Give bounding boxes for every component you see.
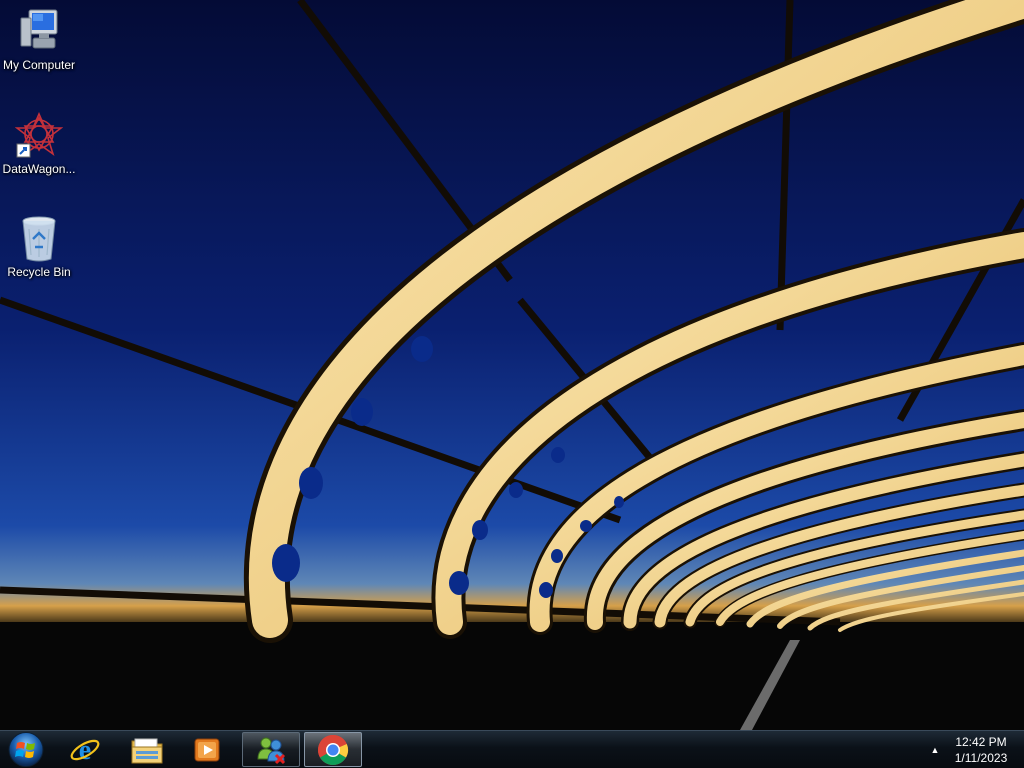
tray-up-arrow-icon[interactable]: ▲ [928,743,942,757]
start-button[interactable] [6,731,46,768]
clock-time: 12:42 PM [955,735,1007,749]
taskbar-file-explorer-button[interactable] [118,732,176,767]
svg-text:e: e [79,735,91,766]
datawagon-shortcut-icon [15,112,63,158]
desktop-icon-my-computer[interactable]: My Computer [0,8,78,72]
internet-explorer-icon: e [70,735,100,766]
recycle-bin-icon [22,216,56,262]
desktop-icon-recycle-bin[interactable]: Recycle Bin [0,215,78,279]
messenger-app-icon [257,737,286,764]
taskbar-media-player-button[interactable] [178,732,236,767]
windows-start-orb-icon [8,732,44,767]
media-player-icon [194,738,220,761]
file-explorer-icon [131,738,163,763]
desktop-icon-datawagon[interactable]: DataWagon... [0,112,78,176]
taskbar-messenger-app-button[interactable] [242,732,300,767]
taskbar-internet-explorer-button[interactable]: e [56,732,114,767]
chrome-icon [317,734,349,765]
desktop-icon-label: DataWagon... [2,162,76,176]
taskbar: e ▲ 12:42 PM 1/11/2023 [0,730,1024,768]
desktop-icon-label: Recycle Bin [7,265,71,279]
desktop-icon-label: My Computer [2,58,76,72]
taskbar-clock[interactable]: 12:42 PM 1/11/2023 [944,734,1018,766]
clock-date: 1/11/2023 [954,751,1008,765]
taskbar-chrome-button[interactable] [304,732,362,767]
desktop-wallpaper [0,0,1024,730]
computer-icon [20,9,58,49]
desktop-screen: My Computer DataWagon... Recycle Bin e ▲… [0,0,1024,768]
